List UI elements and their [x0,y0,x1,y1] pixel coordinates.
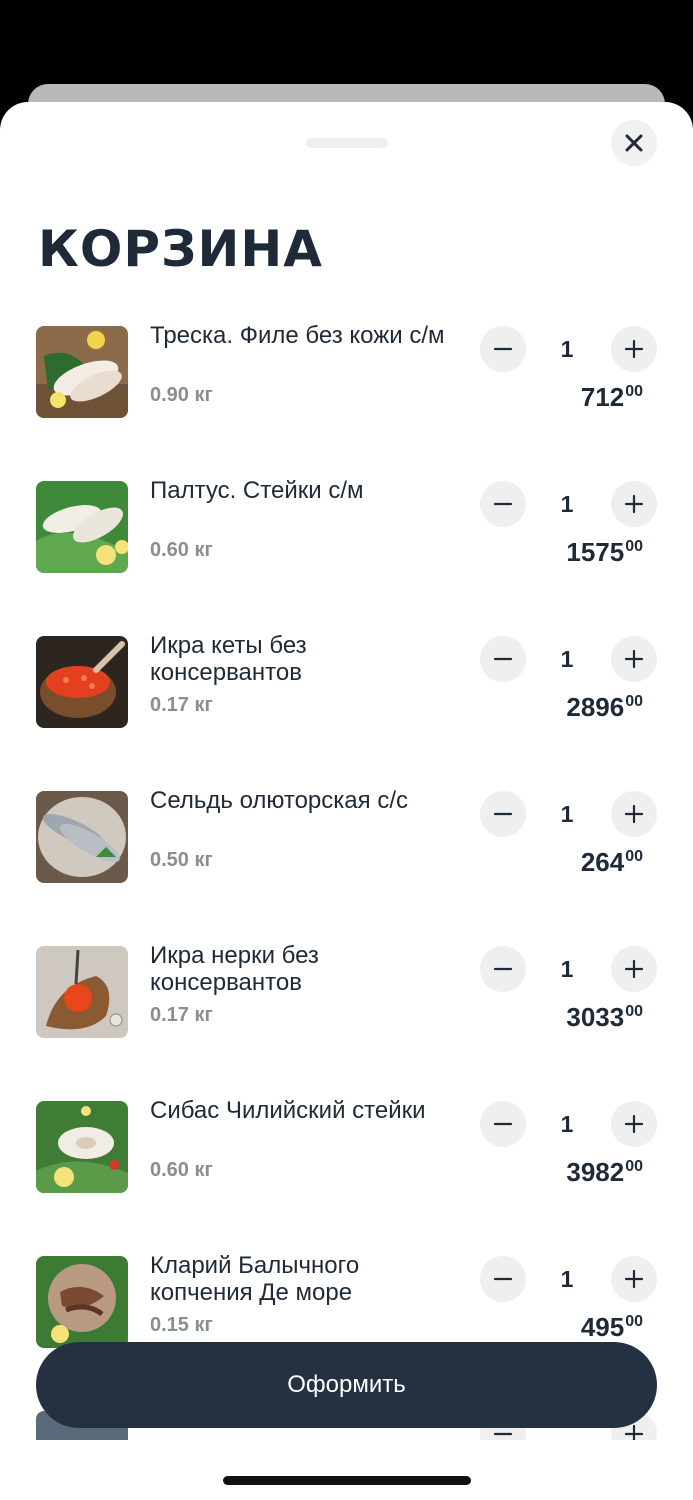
item-weight: 0.17 кг [150,1004,213,1026]
item-quantity: 1 [560,646,574,672]
plus-icon [624,1424,644,1440]
plus-icon [624,959,644,979]
decrease-quantity-button[interactable] [480,946,526,992]
item-name: Сельдь олюторская с/с [150,787,408,814]
item-quantity: 1 [560,1111,574,1137]
item-price: 303300 [566,1002,643,1033]
checkout-button[interactable]: Оформить [36,1342,657,1428]
price-main: 3982 [566,1157,625,1187]
close-button[interactable] [611,120,657,166]
item-quantity: 1 [560,956,574,982]
item-quantity: 1 [560,336,574,362]
item-quantity: 1 [560,801,574,827]
plus-icon [624,1114,644,1134]
item-price: 71200 [581,382,643,413]
increase-quantity-button[interactable] [611,791,657,837]
increase-quantity-button[interactable] [611,946,657,992]
minus-icon [493,1122,513,1126]
cart-item: Сельдь олюторская с/с 0.50 кг 1 26400 [0,787,693,937]
plus-icon [624,494,644,514]
minus-icon [493,1277,513,1281]
increase-quantity-button[interactable] [611,481,657,527]
cart-item: Икра нерки без консервантов 0.17 кг 1 30… [0,942,693,1092]
seabass-steak-icon [36,1101,128,1193]
increase-quantity-button[interactable] [611,1256,657,1302]
price-main: 712 [580,382,625,412]
cart-item: Сибас Чилийский стейки 0.60 кг 1 398200 [0,1097,693,1247]
herring-icon [36,791,128,883]
smoked-catfish-icon [36,1256,128,1348]
item-name: Сибас Чилийский стейки [150,1097,426,1124]
sheet-grabber[interactable] [306,138,388,148]
item-weight: 0.15 кг [150,1314,213,1336]
item-name: Икра нерки без консервантов [150,942,319,996]
item-name: Треска. Филе без кожи с/м [150,322,445,349]
minus-icon [493,502,513,506]
cart-item: Икра кеты без консервантов 0.17 кг 1 289… [0,632,693,782]
plus-icon [624,649,644,669]
price-main: 3033 [566,1002,625,1032]
item-name: Кларий Балычного копчения Де море [150,1252,360,1306]
price-main: 264 [580,847,625,877]
plus-icon [624,1269,644,1289]
item-weight: 0.90 кг [150,384,213,406]
screen: КОРЗИНА Треска. Филе без кожи с/м 0.90 к… [0,0,693,1500]
item-price: 289600 [566,692,643,723]
item-quantity: 1 [560,1266,574,1292]
price-cents: 00 [625,848,643,865]
price-cents: 00 [625,1003,643,1020]
cod-fillet-icon [36,326,128,418]
home-indicator[interactable] [223,1476,471,1485]
price-main: 2896 [566,692,625,722]
item-price: 398200 [566,1157,643,1188]
price-main: 495 [580,1312,625,1342]
price-cents: 00 [625,693,643,710]
decrease-quantity-button[interactable] [480,326,526,372]
cart-list[interactable]: Треска. Филе без кожи с/м 0.90 кг 1 7120… [0,322,693,1440]
item-name: Икра кеты без консервантов [150,632,307,686]
decrease-quantity-button[interactable] [480,636,526,682]
item-price: 49500 [581,1312,643,1343]
increase-quantity-button[interactable] [611,1101,657,1147]
minus-icon [493,967,513,971]
increase-quantity-button[interactable] [611,326,657,372]
increase-quantity-button[interactable] [611,636,657,682]
cart-item: Палтус. Стейки с/м 0.60 кг 1 157500 [0,477,693,627]
plus-icon [624,339,644,359]
price-cents: 00 [625,1313,643,1330]
price-cents: 00 [625,383,643,400]
price-cents: 00 [625,538,643,555]
plus-icon [624,804,644,824]
item-weight: 0.17 кг [150,694,213,716]
minus-icon [493,657,513,661]
halibut-steak-icon [36,481,128,573]
item-price: 26400 [581,847,643,878]
decrease-quantity-button[interactable] [480,791,526,837]
close-icon [625,134,643,152]
decrease-quantity-button[interactable] [480,1256,526,1302]
decrease-quantity-button[interactable] [480,1101,526,1147]
item-weight: 0.60 кг [150,1159,213,1181]
item-weight: 0.60 кг [150,539,213,561]
minus-icon [493,812,513,816]
item-price: 157500 [566,537,643,568]
item-weight: 0.50 кг [150,849,213,871]
cart-item: Треска. Филе без кожи с/м 0.90 кг 1 7120… [0,322,693,472]
sockeye-caviar-icon [36,946,128,1038]
chum-caviar-icon [36,636,128,728]
cart-sheet: КОРЗИНА Треска. Филе без кожи с/м 0.90 к… [0,102,693,1500]
item-quantity: 1 [560,491,574,517]
item-name: Палтус. Стейки с/м [150,477,364,504]
price-cents: 00 [625,1158,643,1175]
page-title: КОРЗИНА [38,220,323,278]
decrease-quantity-button[interactable] [480,481,526,527]
price-main: 1575 [566,537,625,567]
minus-icon [493,347,513,351]
